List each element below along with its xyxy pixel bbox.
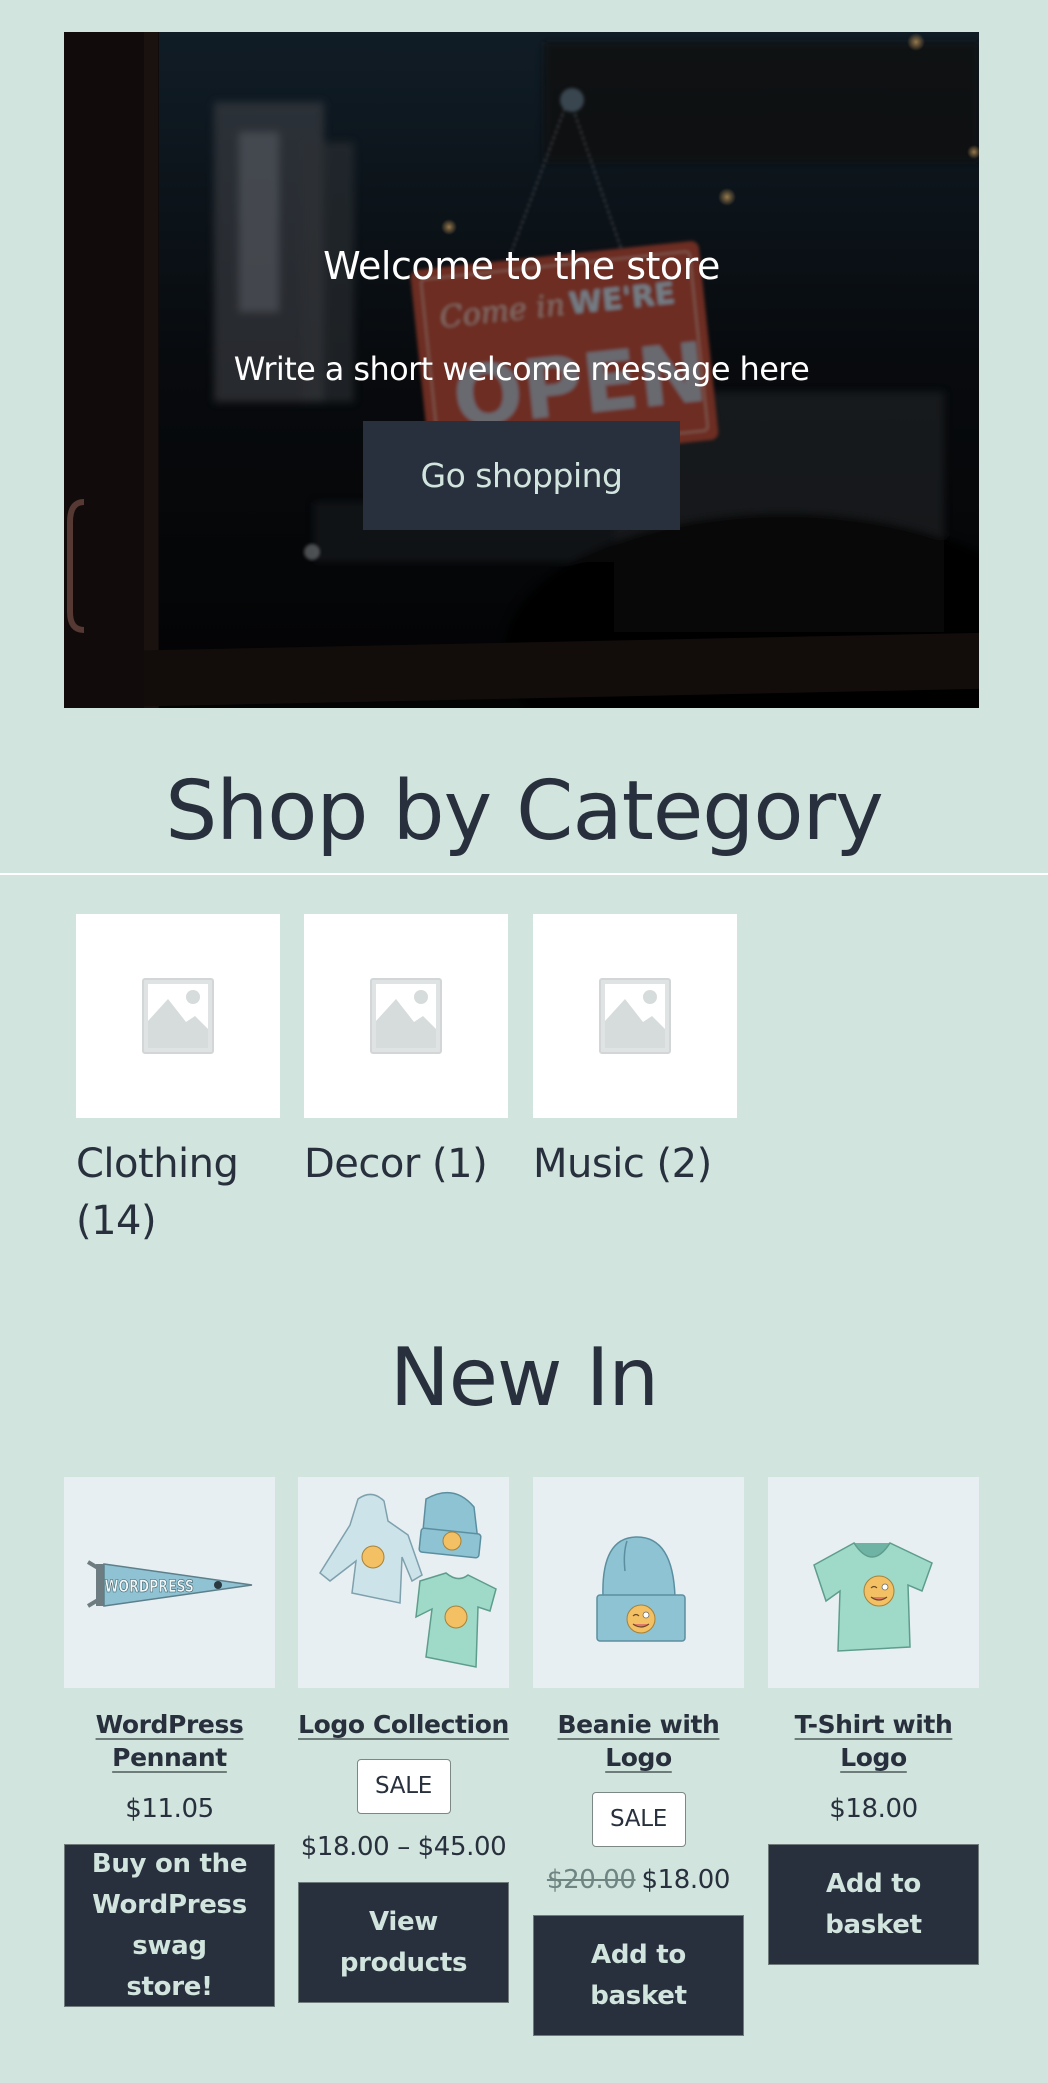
sale-price: $18.00 xyxy=(641,1865,731,1895)
add-to-basket-button[interactable]: Add to basket xyxy=(768,1844,979,1965)
hero-title: Welcome to the store xyxy=(323,244,720,288)
product-title[interactable]: T-Shirt with Logo xyxy=(795,1708,953,1774)
product-price: $18.00 – $45.00 xyxy=(300,1832,507,1862)
image-placeholder-icon xyxy=(370,978,442,1054)
hero-subtitle: Write a short welcome message here xyxy=(233,350,810,388)
shop-by-category-heading: Shop by Category xyxy=(165,764,884,859)
image-placeholder-icon xyxy=(599,978,671,1054)
product-price: $18.00 xyxy=(829,1794,918,1824)
new-in-heading: New In xyxy=(389,1331,659,1424)
beanie-image xyxy=(596,1536,686,1642)
pennant-image: WORDPRESS xyxy=(86,1559,252,1608)
view-products-button[interactable]: View products xyxy=(298,1882,509,2003)
buy-on-swag-store-button[interactable]: Buy on the WordPress swag store! xyxy=(64,1844,275,2007)
category-tile-clothing[interactable] xyxy=(76,914,280,1118)
category-label-music[interactable]: Music (2) xyxy=(533,1136,753,1193)
category-label-decor[interactable]: Decor (1) xyxy=(304,1136,524,1193)
go-shopping-button[interactable]: Go shopping xyxy=(363,421,680,530)
product-card-beanie-with-logo: Beanie with Logo SALE $20.00 $18.00 Add to… xyxy=(533,1477,744,2036)
category-tile-decor[interactable] xyxy=(304,914,508,1118)
product-title[interactable]: WordPress Pennant xyxy=(96,1708,244,1774)
product-image[interactable] xyxy=(533,1477,744,1688)
product-card-logo-collection: Logo Collection SALE $18.00 – $45.00 Vie… xyxy=(298,1477,509,2003)
logo-collection-image xyxy=(319,1491,497,1668)
section-divider xyxy=(0,873,1048,875)
image-placeholder-icon xyxy=(142,978,214,1054)
sale-badge: SALE xyxy=(356,1759,451,1814)
product-card-wordpress-pennant: WORDPRESS WordPress Pennant $11.05 Buy on… xyxy=(64,1477,275,2007)
product-title[interactable]: Beanie with Logo xyxy=(558,1708,720,1774)
product-image[interactable]: WORDPRESS xyxy=(64,1477,275,1688)
svg-text:WORDPRESS: WORDPRESS xyxy=(104,1576,193,1596)
category-label-clothing[interactable]: Clothing (14) xyxy=(76,1136,276,1250)
original-price: $20.00 xyxy=(546,1865,636,1895)
product-title[interactable]: Logo Collection xyxy=(298,1708,509,1741)
product-price: $20.00 $18.00 xyxy=(533,1865,744,1895)
product-price: $11.05 xyxy=(125,1794,214,1824)
tshirt-image xyxy=(813,1542,933,1652)
product-card-tshirt-with-logo: T-Shirt with Logo $18.00 Add to basket xyxy=(768,1477,979,1965)
sale-badge: SALE xyxy=(591,1792,686,1847)
hero-cover: Come in WE'RE OPEN Welcome to the store … xyxy=(64,32,979,708)
add-to-basket-button[interactable]: Add to basket xyxy=(533,1915,744,2036)
product-image[interactable] xyxy=(768,1477,979,1688)
category-tile-music[interactable] xyxy=(533,914,737,1118)
product-image[interactable] xyxy=(298,1477,509,1688)
